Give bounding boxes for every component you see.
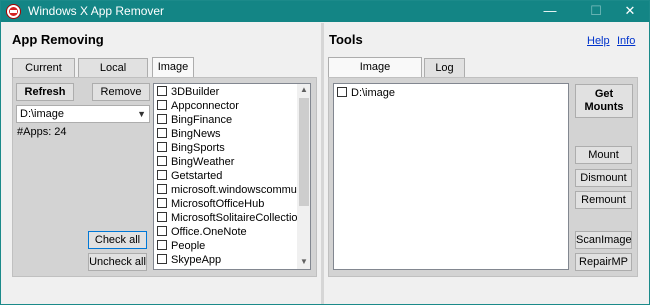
list-item[interactable]: Appconnector (157, 99, 297, 113)
dismount-button[interactable]: Dismount (575, 169, 632, 187)
title-bar[interactable]: Windows X App Remover — ☐ ✕ (1, 1, 649, 22)
mount-button[interactable]: Mount (575, 146, 632, 164)
apps-count: #Apps: 24 (17, 126, 67, 138)
checkbox[interactable] (157, 254, 167, 264)
get-mounts-button[interactable]: Get Mounts (575, 84, 633, 118)
checkbox[interactable] (337, 87, 347, 97)
checkbox[interactable] (157, 142, 167, 152)
apps-list-scrollbar[interactable]: ▲ ▼ (297, 84, 310, 269)
info-link[interactable]: Info (617, 35, 635, 47)
checkbox[interactable] (157, 198, 167, 208)
remount-button[interactable]: Remount (575, 191, 632, 209)
tab-image[interactable]: Image (152, 57, 194, 78)
scroll-thumb[interactable] (299, 98, 309, 206)
uncheck-all-button[interactable]: Uncheck all (88, 253, 147, 271)
tab-image-management[interactable]: Image Management (328, 57, 422, 91)
checkbox[interactable] (157, 212, 167, 222)
list-item[interactable]: MicrosoftOfficeHub (157, 197, 297, 211)
refresh-button[interactable]: Refresh (16, 83, 74, 101)
repairmp-button[interactable]: RepairMP (575, 253, 632, 271)
scanimage-button[interactable]: ScanImage (575, 231, 632, 249)
list-item[interactable]: MicrosoftSolitaireCollection (157, 211, 297, 225)
remove-button[interactable]: Remove (92, 83, 150, 101)
app-window: Windows X App Remover — ☐ ✕ App Removing… (0, 0, 650, 305)
apps-list[interactable]: 3DBuilder Appconnector BingFinance BingN… (153, 83, 311, 270)
list-item[interactable]: BingNews (157, 127, 297, 141)
list-item[interactable]: BingFinance (157, 113, 297, 127)
checkbox[interactable] (157, 128, 167, 138)
panel-divider[interactable] (321, 23, 324, 304)
app-logo-icon (6, 4, 21, 19)
app-removing-title: App Removing (12, 32, 104, 47)
tab-log[interactable]: Log (424, 58, 465, 78)
tab-current-user[interactable]: Current User (12, 58, 75, 92)
checkbox[interactable] (157, 156, 167, 166)
help-link[interactable]: Help (587, 35, 610, 47)
list-item[interactable]: D:\image (337, 86, 537, 100)
list-item[interactable]: Office.OneNote (157, 225, 297, 239)
checkbox[interactable] (157, 86, 167, 96)
image-path-value: D:\image (20, 108, 65, 120)
check-all-button[interactable]: Check all (88, 231, 147, 249)
checkbox[interactable] (157, 100, 167, 110)
chevron-down-icon: ▼ (137, 109, 146, 119)
checkbox[interactable] (157, 240, 167, 250)
checkbox[interactable] (157, 170, 167, 180)
checkbox[interactable] (157, 226, 167, 236)
list-item[interactable]: Getstarted (157, 169, 297, 183)
scroll-down-icon[interactable]: ▼ (297, 257, 310, 266)
image-path-select[interactable]: D:\image ▼ (16, 105, 150, 123)
tools-title: Tools (329, 32, 363, 47)
list-item[interactable]: BingSports (157, 141, 297, 155)
images-list[interactable]: D:\image (333, 83, 569, 270)
window-title: Windows X App Remover (28, 4, 165, 18)
tab-local-machine[interactable]: Local Machine (78, 58, 148, 92)
close-button[interactable]: ✕ (607, 1, 650, 22)
scroll-up-icon[interactable]: ▲ (297, 85, 310, 94)
list-item[interactable]: People (157, 239, 297, 253)
minimize-button[interactable]: — (527, 1, 573, 22)
list-item[interactable]: microsoft.windowscommunic (157, 183, 297, 197)
list-item[interactable]: 3DBuilder (157, 85, 297, 99)
list-item[interactable]: SkypeApp (157, 253, 297, 267)
checkbox[interactable] (157, 114, 167, 124)
list-item[interactable]: BingWeather (157, 155, 297, 169)
checkbox[interactable] (157, 184, 167, 194)
